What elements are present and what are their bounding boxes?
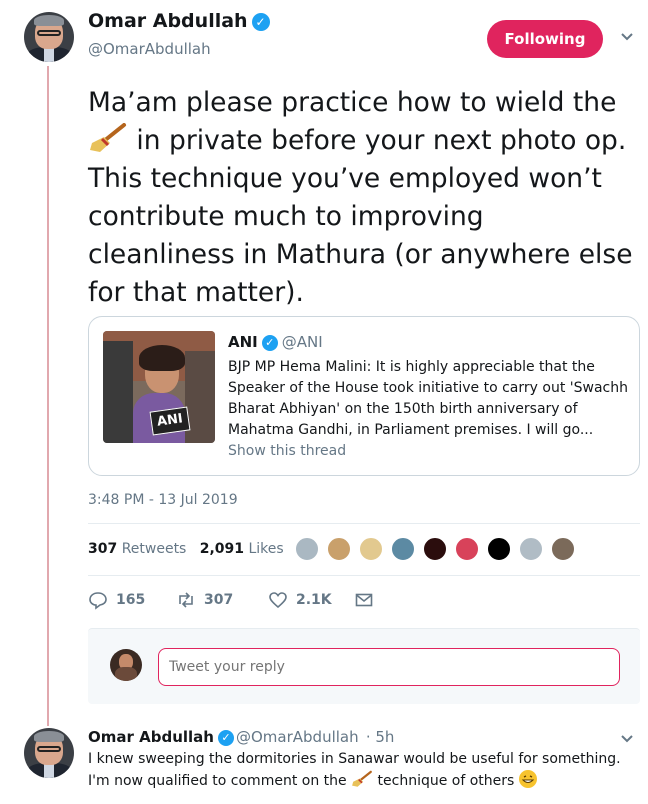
liker-avatar[interactable] xyxy=(294,536,320,562)
broom-emoji xyxy=(352,770,372,787)
liker-avatar[interactable] xyxy=(326,536,352,562)
verified-icon: ✓ xyxy=(261,335,278,351)
liker-avatar[interactable] xyxy=(390,536,416,562)
likes-count: 2,091 xyxy=(199,541,245,557)
like-count: 2.1K xyxy=(296,592,332,608)
liker-avatar[interactable] xyxy=(550,536,576,562)
author-handle[interactable]: @OmarAbdullah xyxy=(88,40,211,58)
liker-avatar[interactable] xyxy=(422,536,448,562)
reply-input[interactable] xyxy=(158,648,620,686)
author-name-text[interactable]: Omar Abdullah xyxy=(88,10,248,32)
reply-author-name[interactable]: Omar Abdullah xyxy=(88,728,214,746)
thread-line xyxy=(47,66,49,726)
divider xyxy=(88,575,640,576)
reply-author[interactable]: Omar Abdullah ✓ @OmarAbdullah · 5h xyxy=(88,728,394,746)
liker-avatar[interactable] xyxy=(454,536,480,562)
liker-avatar[interactable] xyxy=(486,536,512,562)
following-button[interactable]: Following xyxy=(487,20,603,58)
retweets-count: 307 xyxy=(88,541,118,557)
reply-count: 165 xyxy=(116,592,146,608)
reply-composer xyxy=(88,628,640,704)
chevron-down-icon[interactable] xyxy=(620,732,634,746)
reply-text: I knew sweeping the dormitories in Sanaw… xyxy=(88,748,636,792)
likes-stat[interactable]: 2,091 Likes xyxy=(200,541,284,557)
tweet-text: Ma’am please practice how to wield the i… xyxy=(88,84,638,312)
verified-icon: ✓ xyxy=(251,13,270,31)
author-avatar[interactable] xyxy=(24,12,74,62)
quoted-author-name: ANI xyxy=(228,333,258,351)
reply-text-part2: technique of others xyxy=(373,773,519,789)
user-avatar xyxy=(110,649,142,681)
tweet-stats: 307 Retweets 2,091 Likes xyxy=(88,541,284,557)
like-icon xyxy=(269,592,287,609)
quoted-tweet[interactable]: ANI ANI ✓ @ANI BJP MP Hema Malini: It is h… xyxy=(88,316,640,476)
tweet-text-part2: in private before your next photo op. Th… xyxy=(88,125,633,308)
message-action[interactable] xyxy=(354,590,374,610)
reply-action[interactable]: 165 xyxy=(88,590,145,610)
chevron-down-icon[interactable] xyxy=(620,30,634,44)
tweet-timestamp[interactable]: 3:48 PM - 13 Jul 2019 xyxy=(88,492,238,508)
tweet-text-part1: Ma’am please practice how to wield the xyxy=(88,87,617,118)
reply-icon xyxy=(89,592,107,610)
divider xyxy=(88,523,640,524)
liker-avatar[interactable] xyxy=(358,536,384,562)
verified-icon: ✓ xyxy=(217,730,234,746)
broom-emoji xyxy=(90,123,126,152)
retweets-label: Retweets xyxy=(121,541,187,557)
retweet-icon xyxy=(179,592,193,608)
quoted-author: ANI ✓ @ANI xyxy=(228,333,323,351)
retweets-stat[interactable]: 307 Retweets xyxy=(88,541,186,557)
retweet-count: 307 xyxy=(204,592,234,608)
liker-avatar[interactable] xyxy=(518,536,544,562)
author-name[interactable]: Omar Abdullah ✓ xyxy=(88,10,270,32)
retweet-action[interactable]: 307 xyxy=(176,590,233,610)
reply-author-handle[interactable]: @OmarAbdullah xyxy=(236,728,359,746)
reply-author-avatar[interactable] xyxy=(24,728,74,778)
quoted-tweet-text: BJP MP Hema Malini: It is highly appreci… xyxy=(228,359,628,438)
quoted-author-handle: @ANI xyxy=(281,333,323,351)
like-action[interactable]: 2.1K xyxy=(268,590,332,610)
likes-label: Likes xyxy=(248,541,284,557)
show-thread-link[interactable]: Show this thread xyxy=(228,443,346,459)
quoted-tweet-image[interactable]: ANI xyxy=(103,331,215,443)
message-icon xyxy=(355,593,373,607)
grinning-emoji xyxy=(518,770,537,788)
reply-time[interactable]: · 5h xyxy=(366,728,395,746)
